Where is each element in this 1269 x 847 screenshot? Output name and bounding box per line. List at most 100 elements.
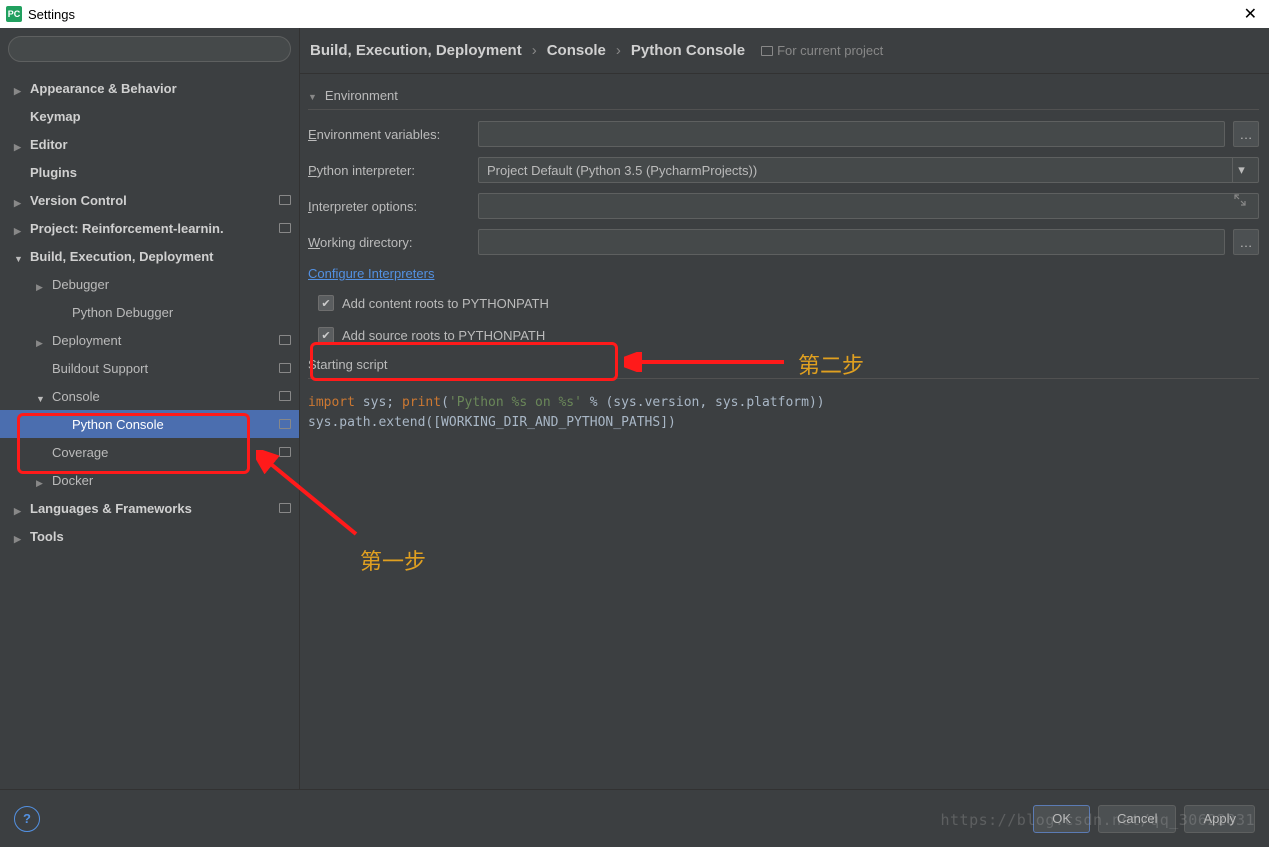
project-scope-icon: [279, 391, 291, 401]
chevron-down-icon[interactable]: [14, 250, 26, 262]
app-icon: PC: [6, 6, 22, 22]
tree-item-build-execution-deployment[interactable]: Build, Execution, Deployment: [0, 242, 299, 270]
tree-item-project-reinforcement-learnin[interactable]: Project: Reinforcement-learnin.: [0, 214, 299, 242]
tree-item-python-console[interactable]: Python Console: [0, 410, 299, 438]
sidebar: Appearance & Behavior Keymap Editor Plugins…: [0, 28, 300, 789]
interpreter-label: Python interpreter:: [308, 163, 470, 178]
spacer: [36, 446, 48, 458]
starting-script-editor[interactable]: import sys; print('Python %s on %s' % (s…: [308, 389, 1259, 436]
content-pane: Build, Execution, Deployment › Console ›…: [300, 28, 1269, 789]
chevron-right-icon[interactable]: [14, 530, 26, 542]
tree-item-deployment[interactable]: Deployment: [0, 326, 299, 354]
project-icon: [761, 46, 773, 56]
tree-item-label: Coverage: [52, 445, 275, 460]
project-scope-icon: [279, 195, 291, 205]
envvars-browse-button[interactable]: …: [1233, 121, 1259, 147]
row-configure: Configure Interpreters: [308, 260, 1259, 287]
help-button[interactable]: ?: [14, 806, 40, 832]
tree-item-plugins[interactable]: Plugins: [0, 158, 299, 186]
project-badge: For current project: [761, 43, 883, 58]
row-workdir: Working directory: …: [308, 224, 1259, 260]
expand-icon[interactable]: [1234, 194, 1246, 206]
row-check-source-roots[interactable]: ✔ Add source roots to PYTHONPATH: [308, 319, 1259, 351]
spacer: [36, 362, 48, 374]
interpreter-value: Project Default (Python 3.5 (PycharmProj…: [487, 163, 757, 178]
interpreter-combo[interactable]: Project Default (Python 3.5 (PycharmProj…: [478, 157, 1259, 183]
workdir-field[interactable]: [478, 229, 1225, 255]
spacer: [56, 306, 68, 318]
starting-script-label: Starting script: [308, 351, 1259, 379]
project-scope-icon: [279, 447, 291, 457]
check-content-label: Add content roots to PYTHONPATH: [342, 296, 549, 311]
options-field[interactable]: [478, 193, 1259, 219]
spacer: [56, 418, 68, 430]
row-check-content-roots[interactable]: ✔ Add content roots to PYTHONPATH: [308, 287, 1259, 319]
tree-item-label: Console: [52, 389, 275, 404]
code-line-1: import sys; print('Python %s on %s' % (s…: [308, 393, 1259, 413]
crumb-3: Python Console: [631, 42, 745, 59]
envvars-field[interactable]: [478, 121, 1225, 147]
tree-item-debugger[interactable]: Debugger: [0, 270, 299, 298]
tree-item-label: Languages & Frameworks: [30, 501, 275, 516]
chevron-right-icon[interactable]: [14, 222, 26, 234]
tree-item-label: Python Console: [72, 417, 275, 432]
tree-item-appearance-behavior[interactable]: Appearance & Behavior: [0, 74, 299, 102]
tree-item-label: Debugger: [52, 277, 291, 292]
row-interpreter-options: Interpreter options:: [308, 188, 1259, 224]
row-envvars: Environment variables: …: [308, 116, 1259, 152]
search-input[interactable]: [8, 36, 291, 62]
tree-item-keymap[interactable]: Keymap: [0, 102, 299, 130]
chevron-right-icon[interactable]: [14, 502, 26, 514]
row-interpreter: Python interpreter: Project Default (Pyt…: [308, 152, 1259, 188]
spacer: [14, 110, 26, 122]
checkbox-checked-icon[interactable]: ✔: [318, 295, 334, 311]
annotation-text-1: 第一步: [360, 544, 426, 576]
chevron-down-icon: ▾: [1232, 158, 1250, 182]
tree-item-label: Editor: [30, 137, 291, 152]
tree-item-label: Buildout Support: [52, 361, 275, 376]
chevron-right-icon[interactable]: [14, 138, 26, 150]
project-scope-icon: [279, 335, 291, 345]
window-title: Settings: [28, 7, 75, 22]
chevron-down-icon: [308, 88, 321, 103]
settings-tree: Appearance & Behavior Keymap Editor Plugins…: [0, 70, 299, 789]
project-badge-label: For current project: [777, 43, 883, 58]
tree-item-label: Project: Reinforcement-learnin.: [30, 221, 275, 236]
tree-item-console[interactable]: Console: [0, 382, 299, 410]
checkbox-checked-icon[interactable]: ✔: [318, 327, 334, 343]
workdir-label: Working directory:: [308, 235, 470, 250]
configure-link[interactable]: Configure Interpreters: [308, 266, 434, 281]
tree-item-version-control[interactable]: Version Control: [0, 186, 299, 214]
breadcrumb: Build, Execution, Deployment › Console ›…: [300, 28, 1269, 74]
project-scope-icon: [279, 419, 291, 429]
watermark: https://blog.csdn.net/qq_30622831: [940, 811, 1255, 829]
tree-item-editor[interactable]: Editor: [0, 130, 299, 158]
section-environment[interactable]: Environment: [308, 82, 1259, 110]
chevron-right-icon[interactable]: [14, 194, 26, 206]
tree-item-label: Docker: [52, 473, 291, 488]
close-icon[interactable]: ✕: [1238, 4, 1263, 24]
crumb-1[interactable]: Build, Execution, Deployment: [310, 42, 522, 59]
chevron-right-icon[interactable]: [36, 474, 48, 486]
tree-item-tools[interactable]: Tools: [0, 522, 299, 550]
tree-item-label: Build, Execution, Deployment: [30, 249, 291, 264]
tree-item-label: Keymap: [30, 109, 291, 124]
search-wrap: [0, 28, 299, 70]
project-scope-icon: [279, 363, 291, 373]
workdir-browse-button[interactable]: …: [1233, 229, 1259, 255]
tree-item-coverage[interactable]: Coverage: [0, 438, 299, 466]
tree-item-languages-frameworks[interactable]: Languages & Frameworks: [0, 494, 299, 522]
crumb-2[interactable]: Console: [547, 42, 606, 59]
project-scope-icon: [279, 503, 291, 513]
chevron-down-icon[interactable]: [36, 390, 48, 402]
spacer: [14, 166, 26, 178]
chevron-right-icon[interactable]: [36, 334, 48, 346]
tree-item-docker[interactable]: Docker: [0, 466, 299, 494]
chevron-right-icon[interactable]: [14, 82, 26, 94]
tree-item-label: Tools: [30, 529, 291, 544]
tree-item-python-debugger[interactable]: Python Debugger: [0, 298, 299, 326]
tree-item-buildout-support[interactable]: Buildout Support: [0, 354, 299, 382]
chevron-right-icon: ›: [616, 42, 621, 59]
chevron-right-icon[interactable]: [36, 278, 48, 290]
project-scope-icon: [279, 223, 291, 233]
